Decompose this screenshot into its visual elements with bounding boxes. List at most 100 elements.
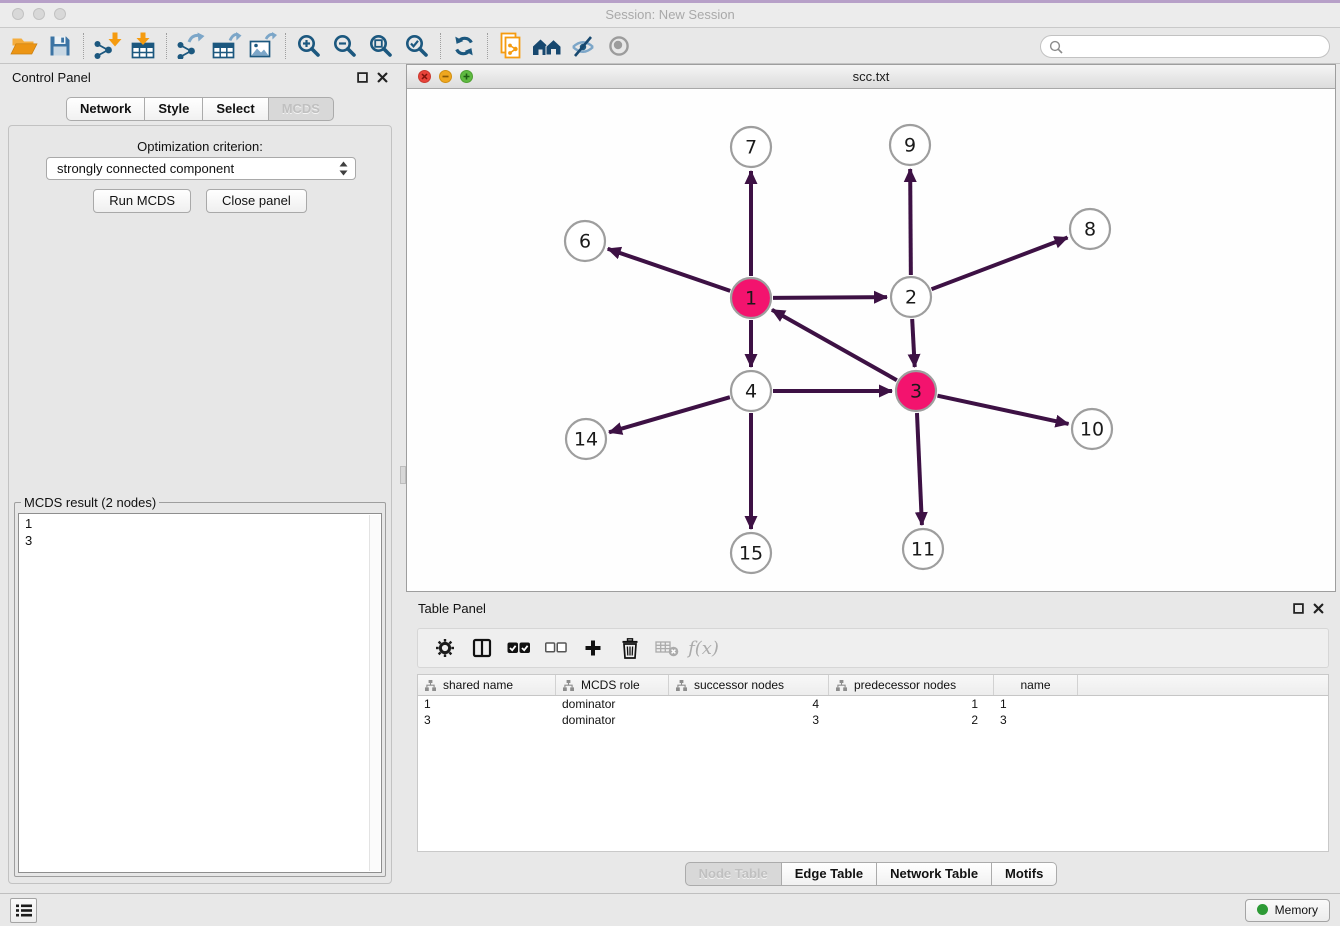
table-header-row: shared nameMCDS rolesuccessor nodesprede… — [418, 675, 1328, 696]
tab-motifs[interactable]: Motifs — [992, 862, 1057, 886]
graph-edge-3-10[interactable] — [938, 396, 1069, 424]
zoom-out-button[interactable] — [327, 29, 363, 63]
graph-node-4[interactable]: 4 — [731, 371, 771, 411]
table-cell[interactable]: dominator — [556, 713, 669, 727]
table-cell[interactable]: 2 — [829, 713, 994, 727]
table-cell[interactable]: 1 — [418, 697, 556, 711]
export-table-button[interactable] — [208, 29, 244, 63]
search-input[interactable] — [1063, 39, 1321, 54]
zoom-glyph-icon — [463, 73, 470, 80]
panel-list-button[interactable] — [10, 898, 37, 923]
network-canvas[interactable]: 7 9 6 8 1 2 4 3 14 10 15 11 — [407, 89, 1335, 591]
open-file-button[interactable] — [6, 29, 42, 63]
export-image-button[interactable] — [244, 29, 280, 63]
graph-node-10[interactable]: 10 — [1072, 409, 1112, 449]
close-table-panel-button[interactable] — [1313, 603, 1324, 614]
memory-button[interactable]: Memory — [1245, 899, 1330, 922]
zoom-selected-button[interactable] — [399, 29, 435, 63]
graph-node-6[interactable]: 6 — [565, 221, 605, 261]
graph-node-8[interactable]: 8 — [1070, 209, 1110, 249]
column-header-predecessor-nodes[interactable]: predecessor nodes — [829, 675, 994, 695]
graph-edge-4-14[interactable] — [609, 397, 730, 432]
zoom-fit-button[interactable] — [363, 29, 399, 63]
graph-node-1[interactable]: 1 — [731, 278, 771, 318]
graph-edge-1-6[interactable] — [608, 249, 730, 291]
graph-edge-3-1[interactable] — [772, 310, 897, 380]
graph-node-3[interactable]: 3 — [896, 371, 936, 411]
graph-edge-2-3[interactable] — [912, 319, 915, 367]
close-panel-icon-button[interactable] — [377, 72, 388, 83]
tab-network-table[interactable]: Network Table — [877, 862, 992, 886]
delete-table-button[interactable] — [648, 630, 685, 666]
graph-node-14[interactable]: 14 — [566, 419, 606, 459]
tab-network[interactable]: Network — [66, 97, 145, 121]
main-toolbar — [0, 28, 1340, 64]
hide-panel-button[interactable] — [565, 29, 601, 63]
network-window: scc.txt 7968124314101511 — [406, 64, 1336, 592]
show-panel-button[interactable] — [601, 29, 637, 63]
graph-edge-2-8[interactable] — [932, 238, 1068, 290]
graph-edge-1-2[interactable] — [773, 297, 887, 298]
add-column-button[interactable] — [574, 630, 611, 666]
column-layout-button[interactable] — [463, 630, 500, 666]
save-session-button[interactable] — [42, 29, 78, 63]
refresh-button[interactable] — [446, 29, 482, 63]
tab-node-table[interactable]: Node Table — [685, 862, 782, 886]
graph-node-15[interactable]: 15 — [731, 533, 771, 573]
run-mcds-button[interactable]: Run MCDS — [93, 189, 191, 213]
table-cell[interactable]: dominator — [556, 697, 669, 711]
table-cell[interactable]: 3 — [418, 713, 556, 727]
zoom-in-button[interactable] — [291, 29, 327, 63]
graph-node-2[interactable]: 2 — [891, 277, 931, 317]
criterion-select[interactable]: strongly connected component — [46, 157, 356, 180]
graph-edge-2-9[interactable] — [910, 169, 911, 275]
eye-icon — [607, 34, 631, 58]
table-row[interactable]: 1dominator411 — [418, 696, 1328, 712]
open-folder-icon — [10, 33, 38, 58]
float-panel-button[interactable] — [357, 72, 368, 83]
memory-label: Memory — [1275, 903, 1318, 917]
optimization-criterion-label: Optimization criterion: — [9, 139, 391, 154]
tab-mcds[interactable]: MCDS — [269, 97, 334, 121]
table-row[interactable]: 3dominator323 — [418, 712, 1328, 728]
close-panel-button[interactable]: Close panel — [206, 189, 307, 213]
import-table-button[interactable] — [125, 29, 161, 63]
table-cell[interactable]: 3 — [994, 713, 1078, 727]
clipboard-network-button[interactable] — [493, 29, 529, 63]
graph-node-7[interactable]: 7 — [731, 127, 771, 167]
mcds-result-text[interactable]: 1 3 — [18, 513, 382, 873]
plus-icon — [584, 639, 602, 657]
function-builder-button[interactable]: f(x) — [685, 630, 722, 666]
graph-node-9[interactable]: 9 — [890, 125, 930, 165]
float-table-panel-button[interactable] — [1293, 603, 1304, 614]
graph-node-11[interactable]: 11 — [903, 529, 943, 569]
import-network-button[interactable] — [89, 29, 125, 63]
status-bar: Memory — [0, 893, 1340, 926]
result-scrollbar[interactable] — [369, 515, 380, 871]
select-stepper-icon — [339, 161, 348, 176]
table-cell[interactable]: 1 — [829, 697, 994, 711]
tab-style[interactable]: Style — [145, 97, 203, 121]
column-type-icon — [563, 680, 574, 691]
deselect-all-columns-button[interactable] — [537, 630, 574, 666]
network-minimize-button[interactable] — [439, 70, 452, 83]
delete-column-button[interactable] — [611, 630, 648, 666]
tab-select[interactable]: Select — [203, 97, 268, 121]
table-settings-button[interactable] — [426, 630, 463, 666]
select-all-columns-button[interactable] — [500, 630, 537, 666]
column-type-icon — [836, 680, 847, 691]
export-network-button[interactable] — [172, 29, 208, 63]
network-zoom-button[interactable] — [460, 70, 473, 83]
network-graph: 7 9 6 8 1 2 4 3 14 10 15 11 — [407, 89, 1335, 591]
column-header-shared-name[interactable]: shared name — [418, 675, 556, 695]
column-header-successor-nodes[interactable]: successor nodes — [669, 675, 829, 695]
tab-edge-table[interactable]: Edge Table — [782, 862, 877, 886]
home-button[interactable] — [529, 29, 565, 63]
table-cell[interactable]: 3 — [669, 713, 829, 727]
table-cell[interactable]: 4 — [669, 697, 829, 711]
graph-edge-3-11[interactable] — [917, 413, 922, 525]
table-cell[interactable]: 1 — [994, 697, 1078, 711]
column-header-name[interactable]: name — [994, 675, 1078, 695]
network-close-button[interactable] — [418, 70, 431, 83]
column-header-mcds-role[interactable]: MCDS role — [556, 675, 669, 695]
